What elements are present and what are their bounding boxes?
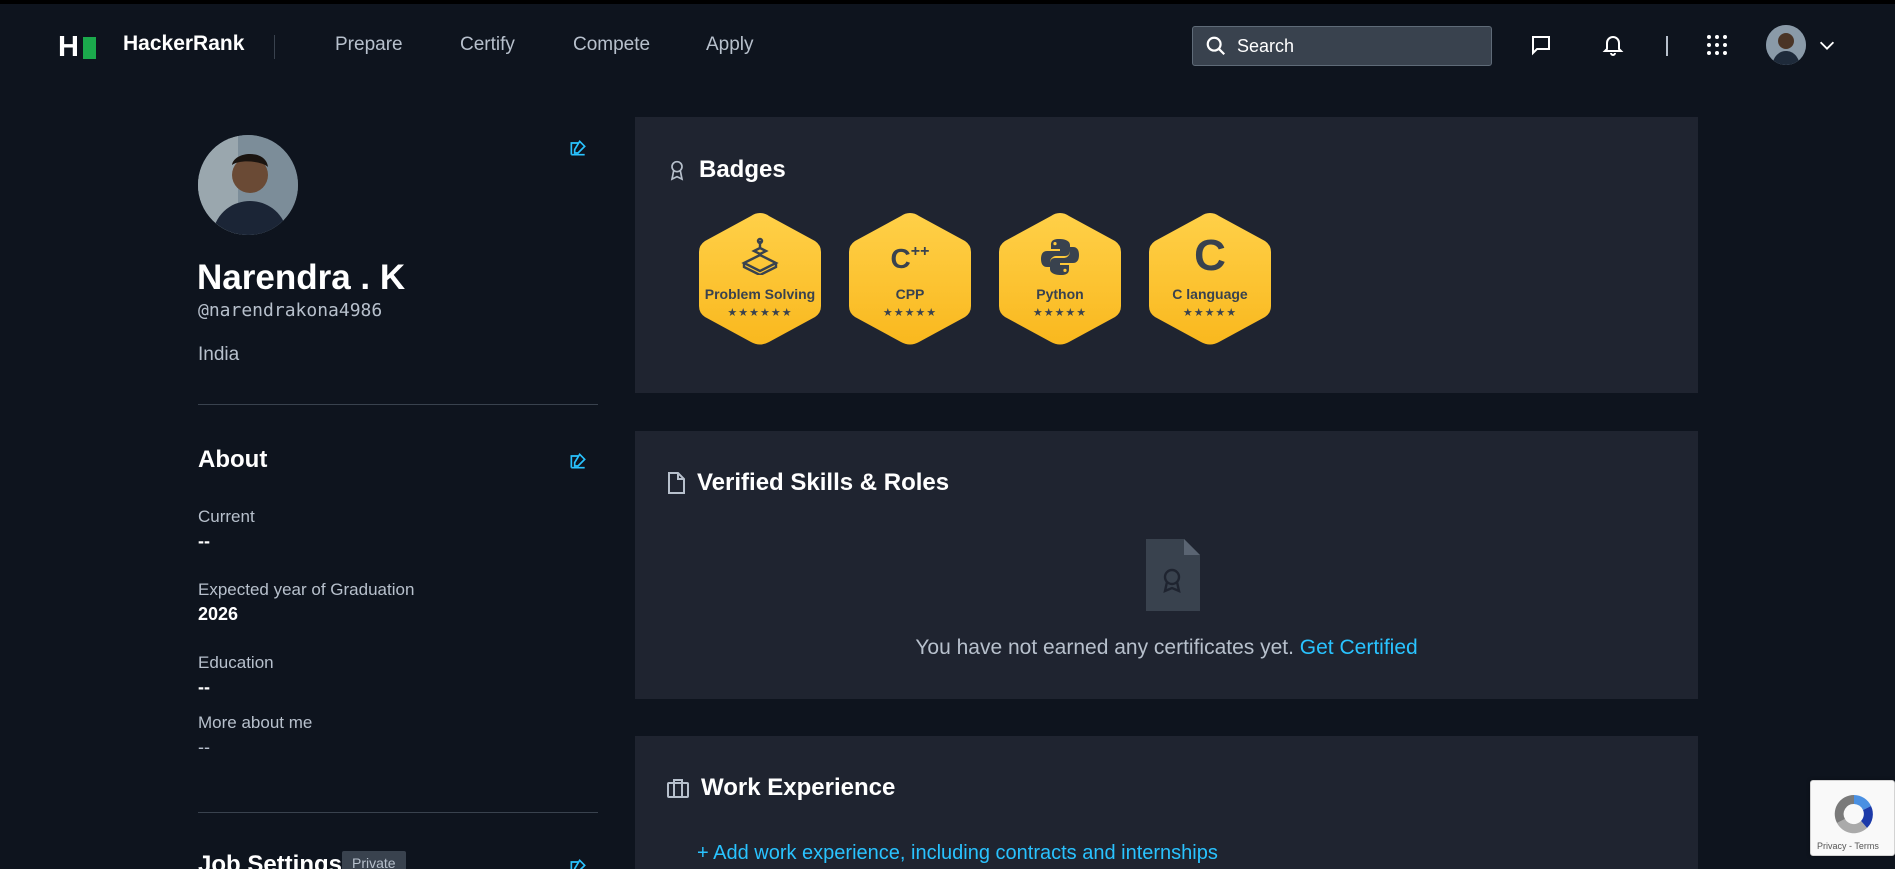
nav-certify[interactable]: Certify [460, 34, 515, 56]
profile-avatar [198, 135, 298, 235]
badges-heading: Badges [699, 156, 786, 183]
hackerrank-logo[interactable]: H [58, 33, 96, 62]
document-icon [668, 472, 685, 494]
problem-solving-icon [697, 237, 823, 279]
search-box[interactable] [1192, 26, 1492, 66]
profile-handle: @narendrakona4986 [198, 300, 383, 321]
edit-job-settings-icon[interactable] [568, 857, 588, 869]
edit-about-icon[interactable] [568, 451, 588, 471]
badge-problem-solving[interactable]: Problem Solving ★★★★★★ [697, 211, 823, 347]
empty-certificates-message: You have not earned any certificates yet… [635, 636, 1698, 660]
badge-stars: ★★★★★ [1182, 306, 1238, 319]
nav-prepare[interactable]: Prepare [335, 34, 403, 56]
nav-compete[interactable]: Compete [573, 34, 650, 56]
badge-stars: ★★★★★★ [727, 306, 793, 319]
profile-name: Narendra . K [197, 258, 406, 297]
work-experience-heading: Work Experience [701, 774, 896, 801]
badge-c-language[interactable]: C C language ★★★★★ [1147, 211, 1273, 347]
chat-icon [1532, 36, 1550, 56]
add-work-experience-link[interactable]: + Add work experience, including contrac… [697, 842, 1218, 865]
badge-label: Problem Solving [704, 286, 816, 302]
edit-profile-icon[interactable] [568, 138, 588, 158]
divider [198, 812, 598, 813]
brand-divider [274, 35, 275, 59]
divider [198, 404, 598, 405]
search-input[interactable] [1237, 35, 1477, 57]
about-field-value: -- [198, 531, 210, 551]
chevron-down-icon[interactable] [1816, 34, 1838, 56]
apps-menu-button[interactable] [1703, 31, 1731, 59]
badge-label: Python [1036, 286, 1084, 302]
get-certified-link[interactable]: Get Certified [1300, 636, 1418, 659]
profile-country: India [198, 344, 240, 365]
about-field-value: -- [198, 737, 210, 757]
brand-name[interactable]: HackerRank [123, 32, 244, 56]
about-field-value: -- [198, 677, 210, 697]
empty-certificates-text: You have not earned any certificates yet… [915, 636, 1294, 659]
recaptcha-terms[interactable]: Privacy - Terms [1817, 841, 1879, 851]
user-avatar-small[interactable] [1766, 25, 1806, 65]
certificate-placeholder-icon [1146, 539, 1200, 611]
bell-icon [1602, 36, 1624, 56]
verified-heading: Verified Skills & Roles [697, 469, 950, 496]
about-field-value: 2026 [198, 604, 239, 624]
about-field-label: Current [198, 507, 255, 526]
briefcase-icon [667, 779, 689, 798]
top-navigation-bar: H HackerRank Prepare Certify Compete App… [0, 0, 1895, 84]
notifications-button[interactable] [1599, 31, 1627, 59]
nav-apply[interactable]: Apply [706, 34, 754, 56]
badge-python[interactable]: Python ★★★★★ [997, 211, 1123, 347]
messages-button[interactable] [1527, 31, 1555, 59]
logo-letter: H [58, 31, 79, 63]
about-field-label: More about me [198, 713, 313, 732]
recaptcha-icon [1834, 794, 1873, 834]
about-heading: About [198, 446, 268, 473]
about-field-label: Education [198, 653, 274, 672]
badge-label: C language [1172, 286, 1248, 302]
grid-icon [1707, 35, 1727, 55]
c-language-icon: C [1194, 231, 1226, 280]
topbar-divider [1666, 36, 1668, 56]
about-field-label: Expected year of Graduation [198, 580, 415, 599]
logo-green-block [82, 36, 96, 59]
search-icon [1206, 36, 1226, 56]
badge-cpp[interactable]: C++ CPP ★★★★★ [847, 211, 973, 347]
privacy-tag: Private [342, 851, 406, 869]
badge-label: CPP [895, 286, 925, 302]
badge-stars: ★★★★★ [882, 306, 938, 319]
badge-stars: ★★★★★ [1032, 306, 1088, 319]
cpp-icon: C++ [890, 243, 930, 274]
python-icon [997, 237, 1123, 281]
recaptcha-widget[interactable]: Privacy - Terms [1810, 780, 1895, 856]
job-settings-heading: Job Settings [198, 851, 343, 869]
award-icon [670, 160, 684, 181]
